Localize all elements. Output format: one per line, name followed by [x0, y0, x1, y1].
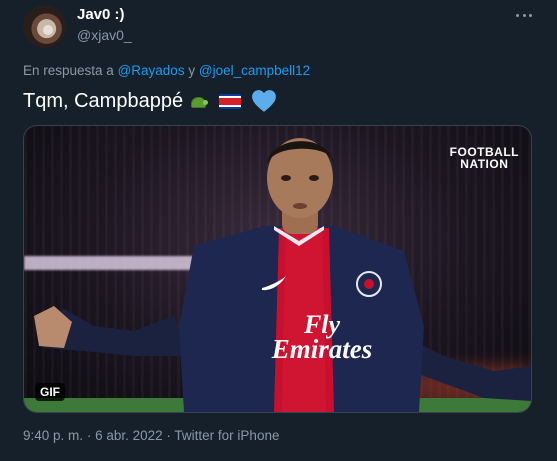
tweet-source[interactable]: Twitter for iPhone [174, 428, 279, 443]
football-nation-watermark: FOOTBALL NATION [450, 146, 519, 170]
tweet-timestamp[interactable]: 9:40 p. m. · 6 abr. 2022 [23, 428, 163, 443]
tweet-time: 9:40 p. m. [23, 428, 84, 443]
gif-media[interactable]: Fly Emirates FOOTBALL NATION GIF [23, 125, 532, 413]
gif-badge: GIF [35, 383, 65, 401]
watermark-line2: NATION [460, 157, 509, 171]
more-options-icon[interactable] [516, 14, 532, 18]
turtle-emoji-icon [189, 92, 209, 110]
tweet-meta: 9:40 p. m. · 6 abr. 2022 · Twitter for i… [23, 428, 279, 443]
tweet-text: Tqm, Campbappé [23, 89, 277, 113]
avatar[interactable] [23, 5, 66, 48]
reply-context: En respuesta a @Rayados y @joel_campbell… [23, 63, 310, 78]
reply-separator: y [188, 63, 196, 78]
tweet-body: Tqm, Campbappé [23, 89, 184, 112]
tweet-container: Jav0 :) @xjav0_ En respuesta a @Rayados … [0, 0, 557, 461]
mention-joel-campbell[interactable]: @joel_campbell12 [199, 63, 310, 78]
tweet-date: 6 abr. 2022 [95, 428, 163, 443]
meta-sep-2: · [166, 428, 171, 443]
reply-prefix: En respuesta a [23, 63, 114, 78]
author-handle[interactable]: @xjav0_ [77, 27, 132, 43]
blue-heart-icon [252, 90, 276, 112]
mention-rayados[interactable]: @Rayados [118, 63, 185, 78]
meta-sep-1: · [86, 428, 92, 443]
author-name[interactable]: Jav0 :) [77, 6, 125, 23]
jersey-sponsor-line2: Emirates [271, 334, 373, 364]
costa-rica-flag-icon [219, 93, 242, 109]
